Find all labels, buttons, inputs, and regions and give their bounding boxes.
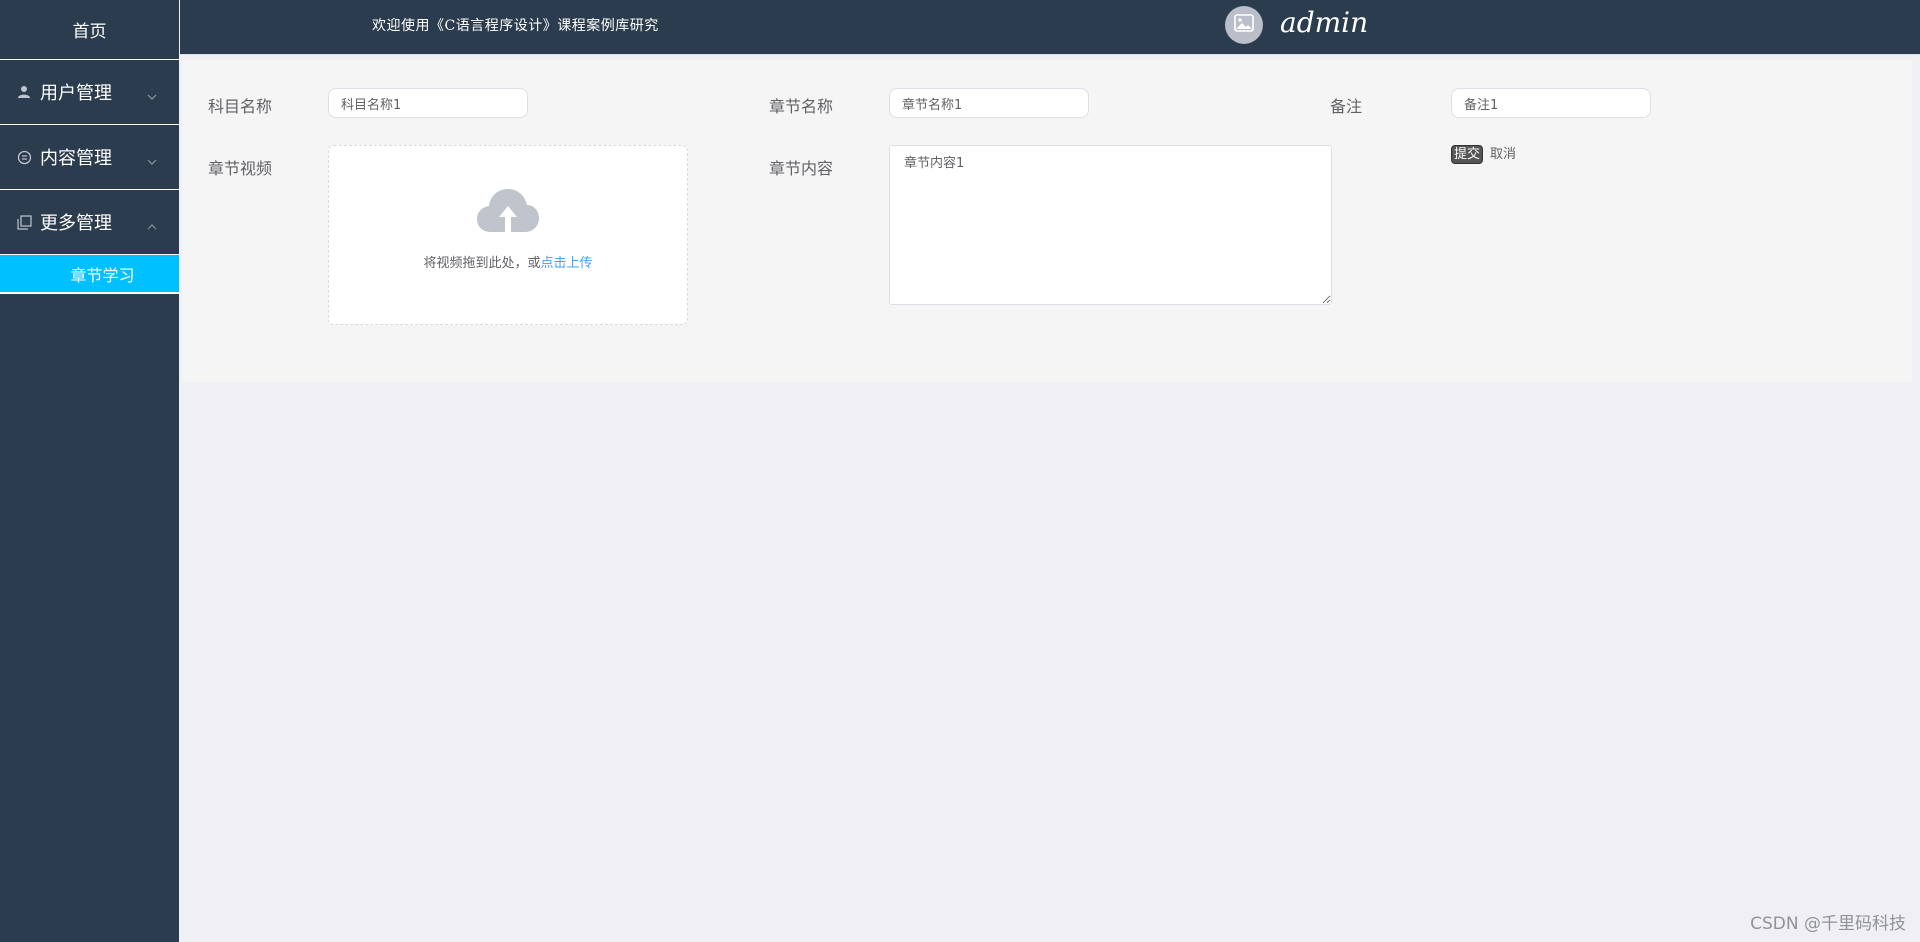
sidebar-item-home[interactable]: 首页 bbox=[0, 0, 179, 60]
remark-label: 备注 bbox=[1330, 97, 1363, 116]
sidebar: 首页 用户管理 内容管理 更多管理 章节学习 bbox=[0, 0, 179, 942]
upload-hint-text: 将视频拖到此处，或 bbox=[423, 256, 541, 271]
sidebar-group-label: 内容管理 bbox=[40, 148, 112, 169]
chevron-up-icon bbox=[147, 217, 157, 230]
copy-icon bbox=[16, 214, 32, 230]
chevron-down-icon bbox=[147, 152, 157, 165]
sidebar-group-label: 用户管理 bbox=[40, 83, 112, 104]
sidebar-group-user-management[interactable]: 用户管理 bbox=[0, 60, 179, 125]
subject-label: 科目名称 bbox=[208, 97, 273, 116]
username[interactable]: admin bbox=[1280, 6, 1368, 39]
top-header: 欢迎使用《C语言程序设计》课程案例库研究 admin bbox=[180, 0, 1920, 55]
welcome-text: 欢迎使用《C语言程序设计》课程案例库研究 bbox=[372, 18, 659, 34]
upload-hint: 将视频拖到此处，或点击上传 bbox=[423, 252, 592, 271]
upload-link[interactable]: 点击上传 bbox=[541, 256, 593, 271]
subject-input[interactable] bbox=[328, 88, 528, 118]
cancel-button[interactable]: 取消 bbox=[1490, 146, 1516, 163]
sidebar-group-more-management[interactable]: 更多管理 bbox=[0, 190, 179, 255]
remark-input[interactable] bbox=[1451, 88, 1651, 118]
sidebar-item-label: 章节学习 bbox=[70, 265, 135, 285]
sidebar-group-label: 更多管理 bbox=[40, 213, 112, 234]
content-textarea[interactable]: 章节内容1 bbox=[889, 145, 1332, 305]
image-icon bbox=[1234, 14, 1254, 36]
chapter-name-input[interactable] bbox=[889, 88, 1089, 118]
video-upload-dropzone[interactable]: 将视频拖到此处，或点击上传 bbox=[328, 145, 688, 325]
cloud-upload-icon bbox=[477, 188, 539, 238]
sidebar-item-chapter-study[interactable]: 章节学习 bbox=[0, 255, 179, 294]
chat-icon bbox=[16, 149, 32, 165]
user-icon bbox=[16, 84, 32, 100]
video-label: 章节视频 bbox=[208, 159, 273, 178]
edit-form: 科目名称 章节名称 备注 章节视频 将视频拖到此处，或点击上传 章节内容 章节内… bbox=[182, 60, 1912, 382]
watermark: CSDN @千里码科技 bbox=[1750, 914, 1906, 934]
avatar[interactable] bbox=[1225, 6, 1263, 44]
content-label: 章节内容 bbox=[769, 159, 834, 178]
sidebar-home-label: 首页 bbox=[72, 22, 107, 42]
chapter-name-label: 章节名称 bbox=[769, 97, 834, 116]
chevron-down-icon bbox=[147, 87, 157, 100]
sidebar-group-content-management[interactable]: 内容管理 bbox=[0, 125, 179, 190]
submit-button[interactable]: 提交 bbox=[1451, 145, 1484, 164]
